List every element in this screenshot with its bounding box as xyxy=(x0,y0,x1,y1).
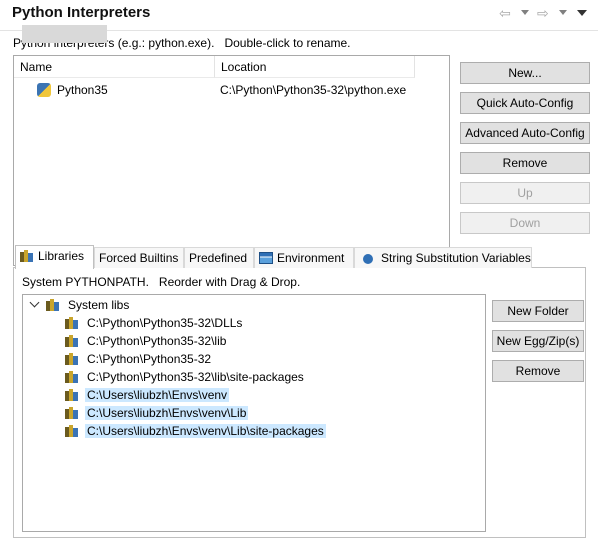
library-path: C:\Python\Python35-32\lib\site-packages xyxy=(87,370,304,384)
advanced-auto-config-button[interactable]: Advanced Auto-Config xyxy=(460,122,590,144)
library-path-row[interactable]: C:\Python\Python35-32\lib\site-packages xyxy=(65,368,326,386)
tab-environment[interactable]: Environment xyxy=(254,247,354,268)
tab-label: Forced Builtins xyxy=(99,251,179,265)
library-folder-icon xyxy=(65,317,79,329)
new-button[interactable]: New... xyxy=(460,62,590,84)
library-folder-icon xyxy=(65,425,79,437)
library-path: C:\Python\Python35-32 xyxy=(87,352,212,366)
tab-predefined[interactable]: Predefined xyxy=(184,247,254,268)
python-icon xyxy=(37,83,51,97)
library-folder-icon xyxy=(65,389,79,401)
library-path: C:\Users\liubzh\Envs\venv\Lib xyxy=(85,406,249,420)
pythonpath-description: System PYTHONPATH. Reorder with Drag & D… xyxy=(22,275,301,289)
tab-label: Libraries xyxy=(38,249,85,263)
library-path: C:\Users\liubzh\Envs\venv xyxy=(85,388,230,402)
remove-interpreter-button[interactable]: Remove xyxy=(460,152,590,174)
library-path-row[interactable]: C:\Python\Python35-32\lib xyxy=(65,332,326,350)
library-path-row[interactable]: C:\Users\liubzh\Envs\venv xyxy=(65,386,326,404)
new-egg-zip-button[interactable]: New Egg/Zip(s) xyxy=(492,330,584,352)
interpreter-location[interactable]: C:\Python\Python35-32\python.exe xyxy=(220,81,406,99)
column-header-name[interactable]: Name xyxy=(14,56,215,78)
tab-libraries[interactable]: Libraries xyxy=(15,245,94,269)
interpreter-name[interactable]: Python35 xyxy=(57,81,108,99)
tab-label: Environment xyxy=(277,251,345,265)
column-header-location[interactable]: Location xyxy=(215,56,415,78)
chevron-down-icon[interactable] xyxy=(29,297,40,308)
libraries-icon xyxy=(46,299,60,311)
library-path: C:\Users\liubzh\Envs\venv\Lib\site-packa… xyxy=(85,424,326,438)
library-path-row[interactable]: C:\Python\Python35-32 xyxy=(65,350,326,368)
down-button[interactable]: Down xyxy=(460,212,590,234)
environment-icon xyxy=(259,252,273,264)
library-path: C:\Python\Python35-32\DLLs xyxy=(87,316,243,330)
library-path: C:\Python\Python35-32\lib xyxy=(87,334,227,348)
page-title: Python Interpreters xyxy=(12,4,151,21)
library-folder-icon xyxy=(65,353,79,365)
library-path-row[interactable]: C:\Users\liubzh\Envs\venv\Lib\site-packa… xyxy=(65,422,326,440)
tab-label: Predefined xyxy=(189,251,248,265)
up-button[interactable]: Up xyxy=(460,182,590,204)
tab-forced-builtins[interactable]: Forced Builtins xyxy=(94,247,184,268)
view-menu-icon[interactable] xyxy=(577,10,587,16)
new-folder-button[interactable]: New Folder xyxy=(492,300,584,322)
library-folder-icon xyxy=(65,407,79,419)
remove-library-button[interactable]: Remove xyxy=(492,360,584,382)
quick-auto-config-button[interactable]: Quick Auto-Config xyxy=(460,92,590,114)
tree-root-system-libs[interactable]: System libs xyxy=(27,296,326,314)
back-arrow-icon[interactable]: ⇦ xyxy=(499,6,511,20)
tree-root-label: System libs xyxy=(68,298,130,312)
library-folder-icon xyxy=(65,335,79,347)
libraries-icon xyxy=(20,250,34,262)
library-path-row[interactable]: C:\Users\liubzh\Envs\venv\Lib xyxy=(65,404,326,422)
forward-arrow-icon[interactable]: ⇨ xyxy=(537,6,549,20)
interpreter-row-selection[interactable] xyxy=(22,25,107,43)
library-folder-icon xyxy=(65,371,79,383)
forward-dropdown-icon[interactable] xyxy=(559,10,567,15)
tab-string-substitution-variables[interactable]: String Substitution Variables xyxy=(354,247,532,268)
system-libs-tree[interactable]: System libs C:\Python\Python35-32\DLLs C… xyxy=(22,294,486,532)
library-path-row[interactable]: C:\Python\Python35-32\DLLs xyxy=(65,314,326,332)
variables-icon xyxy=(363,254,373,264)
back-dropdown-icon[interactable] xyxy=(521,10,529,15)
tab-label: String Substitution Variables xyxy=(381,251,531,265)
